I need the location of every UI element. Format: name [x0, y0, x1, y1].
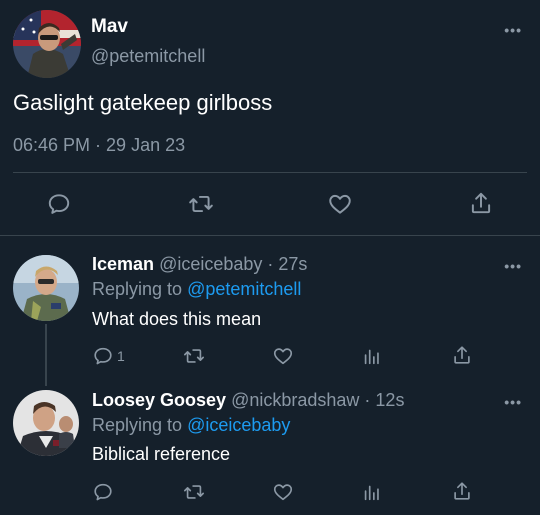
- replying-to-label: Replying to: [92, 279, 183, 299]
- replying-to: Replying to @petemitchell: [92, 279, 301, 300]
- like-icon: [273, 484, 293, 501]
- display-name[interactable]: Loosey Goosey: [92, 390, 226, 410]
- mention-link[interactable]: @iceicebaby: [187, 415, 290, 435]
- reply-icon: [94, 483, 112, 501]
- divider: [0, 235, 540, 236]
- replying-to-label: Replying to: [92, 415, 183, 435]
- retweet-button[interactable]: [187, 191, 215, 217]
- reply-icon: [94, 347, 112, 365]
- share-icon: [471, 192, 491, 214]
- like-icon: [329, 194, 351, 214]
- avatar[interactable]: [13, 255, 79, 321]
- retweet-icon: [184, 485, 204, 499]
- display-name[interactable]: Mav: [91, 16, 128, 38]
- replying-to: Replying to @iceicebaby: [92, 415, 290, 436]
- tweet-age[interactable]: · 12s: [364, 390, 404, 410]
- tweet-text: Biblical reference: [92, 444, 231, 464]
- reply-button[interactable]: [92, 345, 114, 367]
- main-tweet: Mav @petemitchell ••• Gaslight gatekeep …: [0, 0, 540, 235]
- retweet-button[interactable]: [182, 481, 206, 503]
- reply-header: Loosey Goosey @nickbradshaw · 12s: [92, 390, 404, 411]
- like-button[interactable]: [327, 191, 353, 217]
- avatar[interactable]: [13, 390, 79, 456]
- analytics-button[interactable]: [361, 481, 383, 503]
- tweet-text: What does this mean: [92, 309, 262, 329]
- display-name[interactable]: Iceman: [92, 254, 154, 274]
- like-button[interactable]: [272, 481, 294, 503]
- more-options-button[interactable]: •••: [504, 258, 522, 274]
- thread-connector: [45, 324, 47, 386]
- analytics-icon: [364, 485, 379, 501]
- reply-button[interactable]: [92, 481, 114, 503]
- like-icon: [273, 348, 293, 365]
- share-icon: [454, 346, 470, 364]
- analytics-icon: [364, 349, 379, 365]
- handle[interactable]: @nickbradshaw: [231, 390, 359, 410]
- reply-button[interactable]: [46, 191, 72, 217]
- tweet-timestamp[interactable]: 06:46 PM · 29 Jan 23: [13, 135, 185, 156]
- reply-count: 1: [117, 348, 125, 364]
- tweet-text: Gaslight gatekeep girlboss: [13, 90, 273, 115]
- handle[interactable]: @iceicebaby: [159, 254, 262, 274]
- analytics-button[interactable]: [361, 345, 383, 367]
- share-button[interactable]: [451, 344, 473, 366]
- divider: [13, 172, 527, 173]
- like-button[interactable]: [272, 345, 294, 367]
- share-icon: [454, 482, 470, 500]
- mention-link[interactable]: @petemitchell: [187, 279, 301, 299]
- handle[interactable]: @petemitchell: [91, 46, 205, 67]
- more-options-button[interactable]: •••: [504, 22, 522, 38]
- tweet-age[interactable]: · 27s: [267, 254, 307, 274]
- tweet-thread: Mav @petemitchell ••• Gaslight gatekeep …: [0, 0, 540, 515]
- more-options-button[interactable]: •••: [504, 394, 522, 410]
- share-button[interactable]: [468, 190, 494, 216]
- avatar[interactable]: [13, 10, 81, 78]
- share-button[interactable]: [451, 480, 473, 502]
- retweet-icon: [189, 195, 213, 213]
- retweet-icon: [184, 349, 204, 363]
- reply-icon: [48, 194, 70, 214]
- retweet-button[interactable]: [182, 345, 206, 367]
- reply-header: Iceman @iceicebaby · 27s: [92, 254, 307, 275]
